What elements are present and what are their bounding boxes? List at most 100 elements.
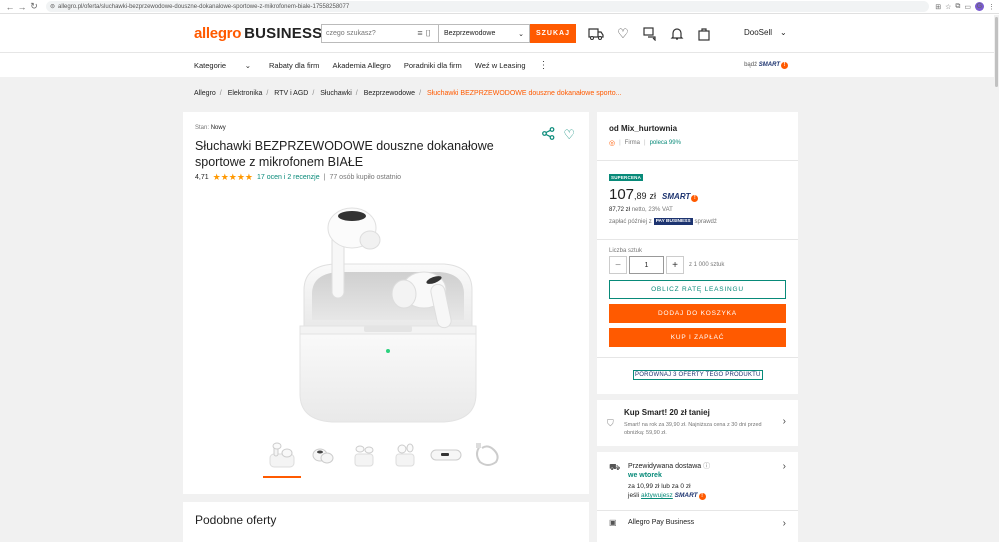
heart-icon[interactable]: ♡ (615, 26, 631, 42)
leasing-calc-button[interactable]: OBLICZ RATĘ LEASINGU (609, 280, 786, 299)
delivery-smart-row: jeśli aktywujesz SMART! (628, 492, 706, 500)
more-menu-icon[interactable]: ⋮ (539, 60, 549, 71)
decrease-quantity-button[interactable]: − (609, 256, 627, 274)
be-smart-link[interactable]: bądź SMART! (744, 61, 788, 69)
messages-icon[interactable] (642, 26, 658, 42)
pay-later-check-link[interactable]: sprawdź (695, 219, 717, 225)
forward-icon[interactable]: → (16, 2, 28, 12)
wallet-icon: ▣ (609, 518, 617, 527)
delivery-truck-icon: ⛟ (609, 462, 621, 472)
price-cents: ,89 (634, 191, 647, 201)
divider (597, 239, 798, 240)
search-input[interactable]: czego szukasz? ≡⌷ (321, 24, 438, 43)
smart-promo-title: Kup Smart! 20 zł taniej (624, 408, 710, 417)
product-title: Słuchawki BEZPRZEWODOWE douszne dokanało… (195, 139, 494, 169)
breadcrumb-item[interactable]: Allegro (194, 90, 216, 97)
increase-quantity-button[interactable]: + (666, 256, 684, 274)
seller-badge-icon: ◎ (609, 140, 616, 147)
thumbnail-2[interactable] (306, 438, 340, 472)
smart-promo-card[interactable]: ⛉ Kup Smart! 20 zł taniej Smart! na rok … (597, 400, 798, 446)
smart-logo: SMART! (662, 192, 699, 202)
thumbnail-1[interactable] (263, 438, 301, 478)
similar-offers-section: Podobne oferty (183, 502, 589, 542)
price-integer: 107 (609, 186, 635, 203)
compare-offers-link[interactable]: PORÓWNAJ 3 OFERTY TEGO PRODUKTU (633, 370, 763, 380)
reviews-link[interactable]: 17 ocen i 2 recenzje (257, 174, 320, 181)
available-quantity: z 1 000 sztuk (689, 262, 725, 268)
site-info-icon[interactable]: ⊜ (50, 3, 55, 10)
nav-item-akademia[interactable]: Akademia Allegro (332, 61, 390, 70)
sidepanel-icon[interactable]: ▭ (964, 3, 971, 11)
translate-icon[interactable]: ⊞ (935, 3, 941, 11)
delivery-truck-icon[interactable] (588, 26, 604, 42)
page-scrollbar[interactable] (994, 15, 999, 529)
buy-now-button[interactable]: KUP I ZAPŁAĆ (609, 328, 786, 347)
rating-row: 4,71 ★★★★★ 17 ocen i 2 recenzje | 77 osó… (195, 172, 402, 182)
divider (597, 357, 798, 358)
search-scope-value: Bezprzewodowe (444, 30, 496, 37)
netto-text: netto, 23% VAT (631, 207, 673, 213)
product-main-image[interactable] (294, 198, 482, 424)
search-button[interactable]: SZUKAJ (530, 24, 576, 43)
seller-type: Firma (624, 140, 641, 146)
quantity-input[interactable]: 1 (629, 256, 664, 274)
cart-bag-icon[interactable] (696, 26, 712, 42)
allegro-pay-business-row[interactable]: Allegro Pay Business (628, 519, 694, 526)
nav-item-poradniki[interactable]: Poradniki dla firm (404, 61, 462, 70)
allegro-business-logo[interactable]: allegro BUSINESS (194, 25, 322, 42)
reload-icon[interactable]: ↻ (28, 1, 40, 12)
thumbnail-3[interactable] (347, 438, 381, 472)
netto-price: 87,72 zł netto, 23% VAT (609, 207, 673, 213)
favorite-heart-icon[interactable]: ♡ (563, 127, 575, 143)
divider (597, 510, 798, 511)
activate-smart-link[interactable]: aktywujesz (641, 492, 673, 499)
seller-prefix: od (609, 124, 619, 133)
bookmark-icon[interactable]: ☆ (945, 3, 951, 11)
seller-name[interactable]: od Mix_hurtownia (609, 124, 677, 133)
nav-item-rabaty[interactable]: Rabaty dla firm (269, 61, 319, 70)
smart-logo: SMART! (675, 492, 706, 500)
smart-text: SMART (758, 61, 780, 68)
supercena-badge: SUPERCENA (609, 174, 644, 181)
list-search-icon[interactable]: ≡ (417, 28, 425, 38)
chevron-right-icon[interactable]: › (783, 518, 786, 529)
breadcrumb-item[interactable]: Słuchawki (320, 90, 352, 97)
condition-value: Nowy (210, 125, 226, 131)
netto-value: 87,72 zł (609, 207, 631, 213)
breadcrumb-item[interactable]: Bezprzewodowe (364, 90, 415, 97)
info-icon[interactable]: ⓘ (703, 463, 710, 470)
back-icon[interactable]: ← (4, 2, 16, 12)
pay-later-prefix: zapłać później z (609, 218, 652, 225)
account-menu[interactable]: DooSell ⌄ (744, 28, 787, 37)
add-to-cart-button[interactable]: DODAJ DO KOSZYKA (609, 304, 786, 323)
seller-meta: ◎ | Firma | poleca 99% (609, 140, 681, 147)
search-category-select[interactable]: Bezprzewodowe ⌄ (438, 24, 530, 43)
browser-menu-icon[interactable]: ⋮ (988, 3, 995, 11)
url-text: allegro.pl/oferta/sluchawki-bezprzewodow… (58, 3, 350, 10)
breadcrumb-item[interactable]: RTV i AGD (274, 90, 308, 97)
search-bar: czego szukasz? ≡⌷ Bezprzewodowe ⌄ SZUKAJ (321, 24, 576, 43)
thumbnail-4[interactable] (388, 438, 422, 472)
categories-label: Kategorie (194, 60, 227, 70)
bell-icon[interactable] (669, 26, 685, 42)
extensions-icon[interactable]: ⧉ (955, 3, 960, 11)
thumbnail-6[interactable] (470, 438, 504, 472)
address-bar[interactable]: ⊜ allegro.pl/oferta/sluchawki-bezprzewod… (46, 1, 930, 12)
scrollbar-thumb[interactable] (995, 17, 998, 87)
condition: Stan: Nowy (195, 125, 226, 131)
breadcrumb-item[interactable]: Elektronika (228, 90, 263, 97)
share-icon[interactable] (542, 127, 555, 143)
nav-item-leasing[interactable]: Weź w Leasing (475, 61, 526, 70)
thumbnail-5[interactable] (429, 438, 463, 472)
delivery-label: Przewidywana dostawa ⓘ (628, 461, 710, 471)
rating-stars-icon: ★★★★★ (212, 172, 253, 182)
categories-menu[interactable]: Kategorie ⌄ (194, 61, 251, 70)
camera-icon[interactable]: ⌷ (426, 28, 434, 38)
chevron-right-icon: › (782, 416, 786, 427)
divider (597, 160, 798, 161)
be-smart-prefix: bądź (744, 61, 758, 68)
seller-recommend[interactable]: poleca 99% (650, 140, 681, 146)
profile-avatar[interactable]: G (975, 2, 984, 11)
chevron-down-icon: ⌄ (244, 60, 251, 70)
chevron-right-icon[interactable]: › (783, 461, 786, 472)
